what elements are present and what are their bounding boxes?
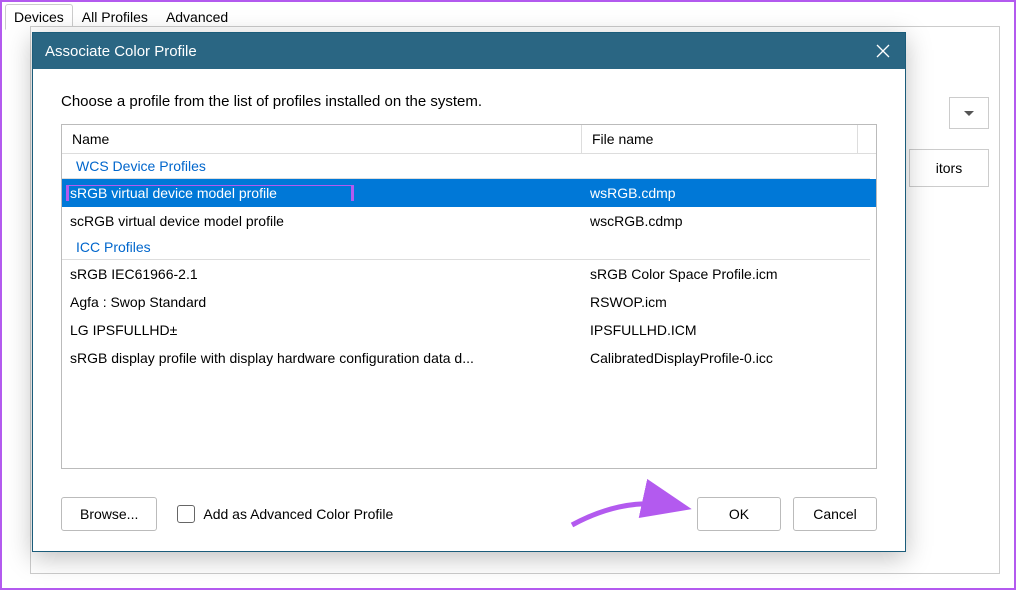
profile-file: CalibratedDisplayProfile-0.icc [582,350,876,366]
profile-file: IPSFULLHD.ICM [582,322,876,338]
group-wcs-device-profiles: WCS Device Profiles [62,154,870,179]
profile-list: Name File name WCS Device Profiles sRGB … [61,124,877,469]
profile-name: sRGB IEC61966-2.1 [62,266,582,282]
checkbox-icon [177,505,195,523]
checkbox-label: Add as Advanced Color Profile [203,506,393,522]
group-icc-profiles: ICC Profiles [62,235,870,260]
dialog-body: Choose a profile from the list of profil… [33,69,905,481]
profile-row[interactable]: sRGB display profile with display hardwa… [62,344,876,372]
profile-name: Agfa : Swop Standard [62,294,582,310]
profile-name: scRGB virtual device model profile [62,213,582,229]
profile-file: sRGB Color Space Profile.icm [582,266,876,282]
profile-name: sRGB virtual device model profile [62,185,582,201]
background-dropdown[interactable] [949,97,989,129]
profile-name: LG IPSFULLHD± [62,322,582,338]
profile-file: RSWOP.icm [582,294,876,310]
profile-row[interactable]: scRGB virtual device model profile wscRG… [62,207,876,235]
profile-row[interactable]: sRGB virtual device model profile wsRGB.… [62,179,876,207]
annotation-highlight [66,185,354,201]
advanced-color-checkbox-wrap[interactable]: Add as Advanced Color Profile [177,505,393,523]
profile-row[interactable]: LG IPSFULLHD± IPSFULLHD.ICM [62,316,876,344]
instruction-text: Choose a profile from the list of profil… [61,93,877,110]
profile-row[interactable]: sRGB IEC61966-2.1 sRGB Color Space Profi… [62,260,876,288]
background-monitors-button[interactable]: itors [909,149,989,187]
profile-file: wscRGB.cdmp [582,213,876,229]
close-button[interactable] [861,33,905,69]
list-body[interactable]: WCS Device Profiles sRGB virtual device … [62,154,876,468]
dialog-footer: Browse... Add as Advanced Color Profile … [33,481,905,551]
browse-button[interactable]: Browse... [61,497,157,531]
ok-button[interactable]: OK [697,497,781,531]
profile-file: wsRGB.cdmp [582,185,876,201]
associate-color-profile-dialog: Associate Color Profile Choose a profile… [32,32,906,552]
close-icon [876,44,890,58]
dialog-title: Associate Color Profile [45,43,197,60]
column-header-name[interactable]: Name [62,125,582,153]
profile-row[interactable]: Agfa : Swop Standard RSWOP.icm [62,288,876,316]
column-header-file[interactable]: File name [582,125,858,153]
cancel-button[interactable]: Cancel [793,497,877,531]
profile-name: sRGB display profile with display hardwa… [62,350,582,366]
dialog-titlebar: Associate Color Profile [33,33,905,69]
list-header: Name File name [62,125,876,154]
